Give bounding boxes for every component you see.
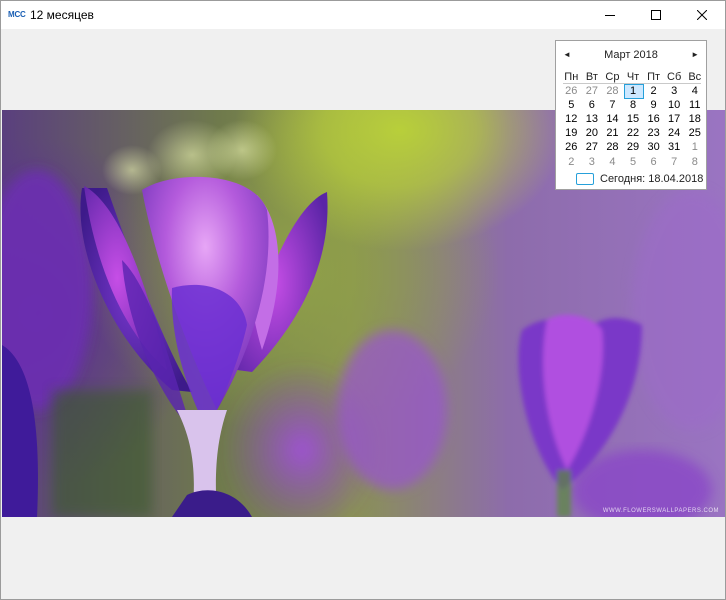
calendar-day[interactable]: 12 <box>561 112 582 126</box>
weekday-label: Пн <box>564 71 579 83</box>
week-row: 2 3 4 5 6 7 8 <box>561 155 705 169</box>
app-icon: MCC <box>8 10 26 19</box>
minimize-icon <box>605 15 615 16</box>
calendar-day[interactable]: 27 <box>582 140 603 154</box>
calendar-day[interactable]: 28 <box>602 140 623 154</box>
weekday-label: Пт <box>647 71 661 83</box>
calendar-day[interactable]: 4 <box>684 84 705 98</box>
week-row: 12 13 14 15 16 17 18 <box>561 112 705 126</box>
calendar-day[interactable]: 10 <box>664 98 685 112</box>
calendar-day[interactable]: 5 <box>561 98 582 112</box>
calendar-day[interactable]: 22 <box>623 126 644 140</box>
weekday-label: Ср <box>605 71 620 83</box>
calendar-day[interactable]: 6 <box>582 98 603 112</box>
weekday-label: Вс <box>688 71 702 83</box>
calendar-day[interactable]: 17 <box>664 112 685 126</box>
calendar-day[interactable]: 13 <box>582 112 603 126</box>
calendar-day[interactable]: 2 <box>643 84 664 98</box>
week-row: 19 20 21 22 23 24 25 <box>561 126 705 140</box>
calendar-day[interactable]: 18 <box>684 112 705 126</box>
calendar-day[interactable]: 7 <box>602 98 623 112</box>
title-bar[interactable]: MCC 12 месяцев <box>1 1 725 29</box>
calendar-day[interactable]: 3 <box>582 155 603 169</box>
calendar-day[interactable]: 29 <box>623 140 644 154</box>
selected-day-number: 1 <box>629 85 637 98</box>
main-window: MCC 12 месяцев WWW.FLOWERSWALLPAPERS.COM… <box>0 0 726 600</box>
calendar-day[interactable]: 3 <box>664 84 685 98</box>
calendar-day[interactable]: 5 <box>623 155 644 169</box>
calendar-day[interactable]: 7 <box>664 155 685 169</box>
calendar-day[interactable]: 6 <box>643 155 664 169</box>
today-link[interactable]: Сегодня: 18.04.2018 <box>556 172 706 186</box>
calendar-header: ◄ Март 2018 ► <box>556 48 706 62</box>
calendar-day[interactable]: 31 <box>664 140 685 154</box>
calendar-day[interactable]: 26 <box>561 84 582 98</box>
minimize-button[interactable] <box>587 1 633 29</box>
weekday-label: Чт <box>626 71 640 83</box>
calendar-day[interactable]: 19 <box>561 126 582 140</box>
month-calendar[interactable]: ◄ Март 2018 ► Пн Вт Ср Чт Пт Сб Вс 26 27… <box>555 40 707 190</box>
calendar-day[interactable]: 4 <box>602 155 623 169</box>
calendar-day[interactable]: 15 <box>623 112 644 126</box>
prev-month-button[interactable]: ◄ <box>563 50 571 60</box>
calendar-day[interactable]: 8 <box>684 155 705 169</box>
calendar-day[interactable]: 25 <box>684 126 705 140</box>
close-icon <box>697 10 707 20</box>
weekday-divider <box>563 83 701 84</box>
calendar-day[interactable]: 30 <box>643 140 664 154</box>
calendar-day[interactable]: 27 <box>582 84 603 98</box>
calendar-day[interactable]: 8 <box>623 98 644 112</box>
week-row: 26 27 28 1 2 3 4 <box>561 84 705 100</box>
calendar-month-label[interactable]: Март 2018 <box>586 49 676 61</box>
calendar-day[interactable]: 9 <box>643 98 664 112</box>
week-row: 26 27 28 29 30 31 1 <box>561 140 705 154</box>
weekday-label: Вт <box>585 71 598 83</box>
maximize-icon <box>651 10 661 20</box>
calendar-day-selected[interactable]: 1 <box>623 84 644 100</box>
close-button[interactable] <box>679 1 725 29</box>
maximize-button[interactable] <box>633 1 679 29</box>
photo-watermark: WWW.FLOWERSWALLPAPERS.COM <box>602 508 719 514</box>
today-marker-icon <box>576 173 594 185</box>
calendar-day[interactable]: 21 <box>602 126 623 140</box>
calendar-day[interactable]: 28 <box>602 84 623 98</box>
calendar-day[interactable]: 26 <box>561 140 582 154</box>
today-label: Сегодня: 18.04.2018 <box>600 173 704 185</box>
next-month-button[interactable]: ► <box>691 50 699 60</box>
calendar-day[interactable]: 11 <box>684 98 705 112</box>
calendar-day[interactable]: 24 <box>664 126 685 140</box>
weekday-label: Сб <box>667 71 682 83</box>
calendar-day[interactable]: 2 <box>561 155 582 169</box>
calendar-day[interactable]: 23 <box>643 126 664 140</box>
window-title: 12 месяцев <box>30 8 94 22</box>
week-row: 5 6 7 8 9 10 11 <box>561 98 705 112</box>
calendar-grid: Пн Вт Ср Чт Пт Сб Вс 26 27 28 1 2 3 4 5 … <box>561 70 705 169</box>
calendar-day[interactable]: 20 <box>582 126 603 140</box>
calendar-day[interactable]: 14 <box>602 112 623 126</box>
weekday-row: Пн Вт Ср Чт Пт Сб Вс <box>561 70 705 84</box>
calendar-day[interactable]: 16 <box>643 112 664 126</box>
calendar-day[interactable]: 1 <box>684 140 705 154</box>
